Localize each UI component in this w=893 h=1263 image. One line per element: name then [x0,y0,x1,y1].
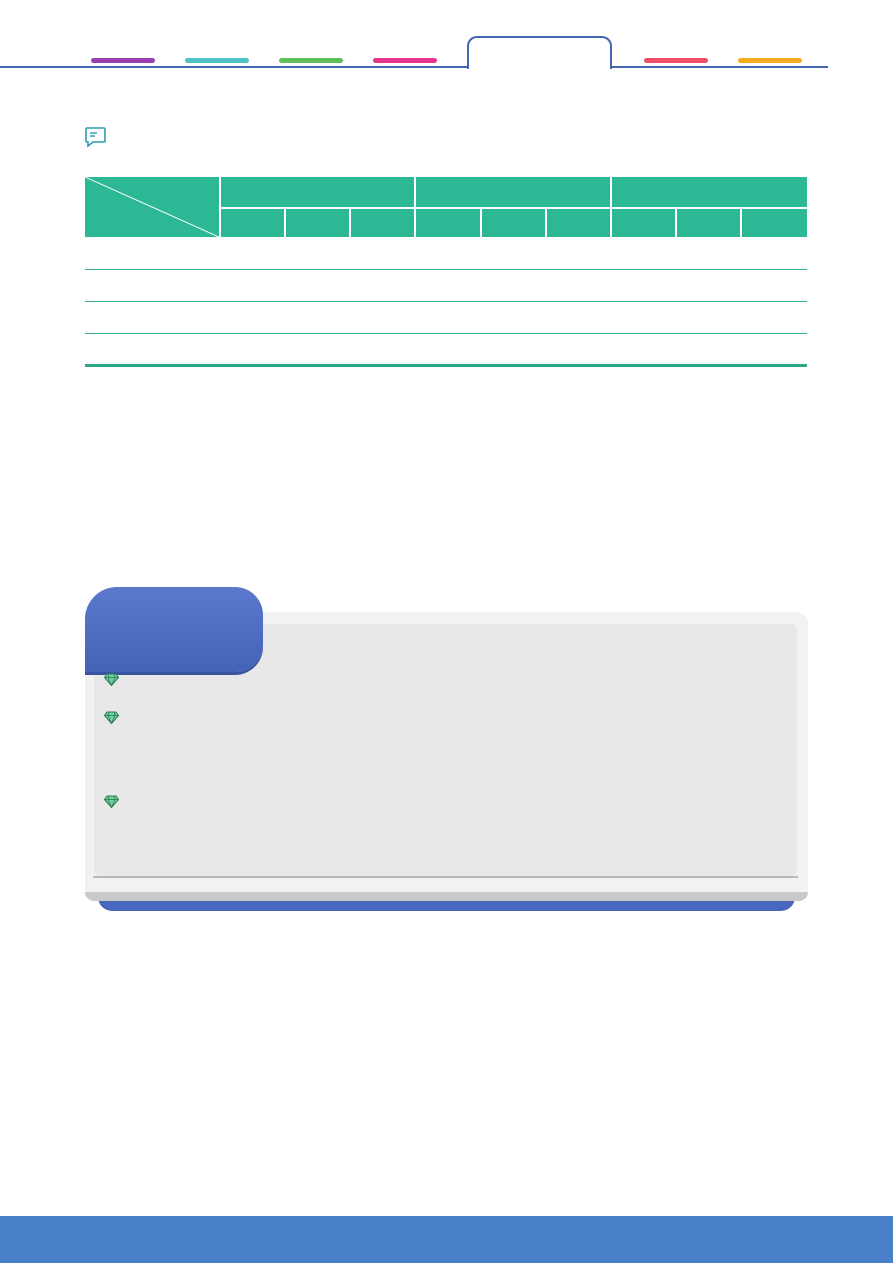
diamond-gem-icon [103,793,120,809]
footer-bar [0,1216,893,1263]
chapter-tab-7[interactable] [738,58,802,63]
table-corner-cell [85,177,219,237]
table-header [85,177,807,237]
data-table [85,177,807,367]
diamond-gem-icon [103,671,120,687]
sub-column-header [221,209,284,237]
speech-bubble-icon [84,126,108,148]
column-group-1 [221,177,414,207]
chapter-tab-active[interactable] [467,36,612,69]
summary-tab-label [85,587,263,672]
top-rule [0,66,828,68]
chapter-tab-6[interactable] [644,58,708,63]
table-row [85,237,807,270]
table-row [85,270,807,302]
sub-column-header [482,209,545,237]
table-bottom-rule [85,364,807,367]
column-group-3 [612,177,807,207]
chapter-tab-2[interactable] [185,58,249,63]
sub-column-header [677,209,740,237]
sub-column-header [416,209,480,237]
column-group-2 [416,177,610,207]
diamond-gem-icon [103,709,120,725]
sub-column-header [612,209,675,237]
sub-column-header [547,209,610,237]
chapter-tab-1[interactable] [91,58,155,63]
summary-divider [93,876,798,878]
sub-column-header [742,209,807,237]
summary-box-base [85,892,808,901]
sub-column-header [286,209,349,237]
table-row [85,302,807,334]
chapter-tab-4[interactable] [373,58,437,63]
sub-column-header [351,209,414,237]
chapter-tab-3[interactable] [279,58,343,63]
